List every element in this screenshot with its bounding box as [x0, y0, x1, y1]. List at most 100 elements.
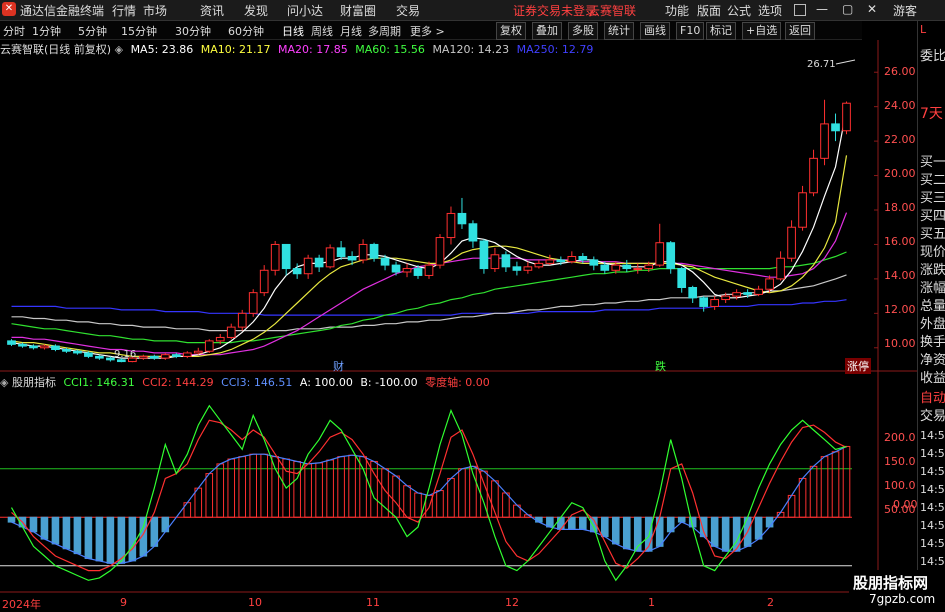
ma120-line	[11, 274, 847, 332]
date-tick: 2024年	[2, 598, 41, 611]
tick-time: 14:56	[920, 501, 945, 514]
candle-body	[51, 345, 60, 350]
cci-bar	[809, 465, 818, 518]
candle-body	[479, 240, 489, 270]
tick-time: 14:56	[920, 429, 945, 442]
candle-body	[644, 264, 654, 270]
candle-body	[171, 354, 181, 357]
cci-tick-zero: 0.00	[893, 498, 918, 511]
cci-bar	[392, 475, 400, 518]
side-item: 外盘	[920, 317, 945, 332]
side-item: 买四	[920, 209, 945, 224]
cci-bar	[29, 516, 38, 533]
side-item: 净资	[920, 353, 945, 368]
candle-body	[182, 352, 192, 357]
side-item: 涨幅	[920, 281, 945, 296]
cci-bar	[95, 516, 104, 562]
side-item: 总量	[920, 299, 945, 314]
cci-bar	[820, 456, 829, 518]
high-arrow	[835, 59, 856, 65]
candle-body	[259, 269, 269, 294]
candle-body	[138, 355, 148, 359]
candle-body	[117, 359, 126, 363]
candle-body	[95, 355, 104, 359]
cci-bar	[842, 445, 851, 518]
cci-bar	[447, 477, 455, 518]
price-tick: 24.00	[884, 99, 916, 112]
cci-bar	[414, 492, 422, 518]
candle-body	[457, 212, 467, 225]
cci-bar	[348, 454, 356, 518]
cci-bar	[436, 490, 444, 518]
cci-bar	[611, 516, 620, 545]
cci-bar	[293, 460, 301, 518]
quote-side-panel: L 委比 7天 买一 买二 买三 买四 买五 现价 涨跌 涨幅 总量 外盘 换手…	[917, 21, 945, 609]
candle-body	[655, 242, 665, 266]
auto-trade-label[interactable]: 自动	[920, 387, 945, 406]
site-watermark: 股朋指标网 7gpzb.com	[849, 570, 945, 609]
candle-body	[578, 256, 588, 261]
event-mark-finance[interactable]: 财	[333, 358, 344, 374]
candle-body	[248, 292, 258, 314]
event-mark-drop[interactable]: 跌	[655, 358, 666, 374]
side-item: 买三	[920, 191, 945, 206]
candle-body	[369, 243, 379, 259]
side-item: 涨跌	[920, 263, 945, 278]
candle-body	[567, 256, 577, 263]
candle-body	[523, 266, 533, 271]
candle-body	[677, 268, 687, 288]
candle-body	[424, 264, 434, 276]
cci-bar	[7, 516, 16, 523]
high-price-label: 26.71	[807, 59, 836, 70]
candle-body	[237, 312, 247, 328]
candle-body	[765, 278, 774, 290]
candle-body	[303, 257, 313, 275]
candle-body	[391, 264, 401, 273]
trade-label[interactable]: 交易	[920, 405, 945, 424]
candle-body	[347, 256, 357, 261]
candle-body	[754, 288, 763, 295]
candle-body	[809, 157, 818, 194]
candle-body	[380, 257, 390, 266]
candle-body	[600, 264, 610, 271]
candle-body	[446, 212, 456, 239]
cci-bar	[216, 463, 225, 518]
candle-body	[29, 345, 38, 349]
date-tick: 11	[366, 596, 380, 609]
candle-body	[204, 340, 214, 352]
cci-bar	[502, 492, 510, 518]
price-tick: 16.00	[884, 235, 916, 248]
tick-time: 14:56	[920, 465, 945, 478]
candle-body	[589, 259, 599, 266]
tick-time: 14:56	[920, 519, 945, 532]
cci-bar	[227, 458, 236, 518]
watermark-url: 7gpzb.com	[869, 592, 936, 606]
candle-body	[160, 354, 170, 359]
chart-canvas[interactable]	[0, 0, 917, 609]
candle-body	[512, 266, 522, 271]
price-tick: 12.00	[884, 303, 916, 316]
candle-body	[721, 295, 730, 301]
candle-body	[402, 268, 412, 273]
candle-body	[358, 243, 368, 261]
cci-bar	[557, 516, 565, 530]
candle-body	[314, 257, 324, 268]
event-mark-limit-up[interactable]: 涨停	[845, 358, 871, 374]
cci-bar	[798, 477, 807, 518]
cci-bar	[403, 485, 411, 518]
candle-body	[73, 350, 82, 354]
candle-body	[611, 264, 621, 271]
cci-bar	[677, 516, 686, 523]
price-tick: 26.00	[884, 65, 916, 78]
candle-body	[149, 355, 159, 359]
cci-tick: 100.0	[884, 479, 916, 492]
cci-bar	[337, 456, 345, 518]
cci-bar	[73, 516, 82, 555]
candle-body	[776, 257, 785, 280]
candle-body	[633, 268, 643, 271]
candle-body	[468, 223, 478, 242]
cci-bar	[765, 516, 774, 528]
cci-bar	[699, 516, 708, 538]
watermark-title: 股朋指标网	[853, 574, 929, 592]
candle-body	[336, 247, 346, 257]
